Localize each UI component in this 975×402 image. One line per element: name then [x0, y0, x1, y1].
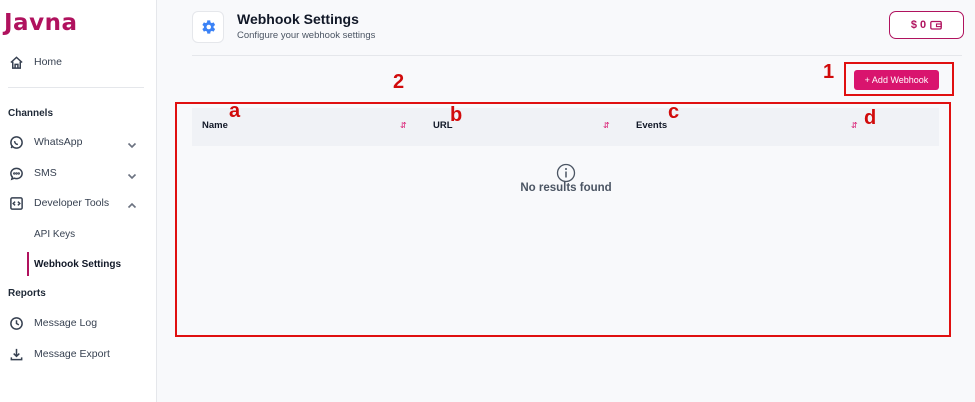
active-indicator — [27, 252, 29, 276]
annotation-c: c — [668, 101, 680, 123]
page-subtitle: Configure your webhook settings — [237, 30, 376, 41]
sidebar-item-label: Message Export — [34, 348, 110, 360]
chevron-up-icon[interactable] — [127, 198, 137, 209]
sidebar-item-label: Message Log — [34, 317, 98, 329]
download-icon — [8, 346, 24, 362]
code-icon — [8, 195, 24, 211]
balance-amount: $ 0 — [910, 19, 927, 31]
wallet-icon — [930, 20, 942, 30]
settings-icon-box — [192, 11, 224, 43]
reports-heading: Reports — [8, 288, 46, 299]
annotation-1: 1 — [823, 61, 835, 83]
sidebar-item-developer-tools[interactable]: Developer Tools — [8, 192, 109, 214]
sidebar-item-message-export[interactable]: Message Export — [8, 343, 110, 365]
sidebar-item-home[interactable]: Home — [8, 51, 62, 73]
whatsapp-icon — [8, 134, 24, 150]
sort-icon[interactable]: ⇵ — [851, 121, 858, 130]
logo: Javna — [4, 10, 78, 36]
channels-heading: Channels — [8, 108, 54, 119]
clock-icon — [8, 315, 24, 331]
sms-icon — [8, 165, 24, 181]
annotation-2: 2 — [393, 71, 405, 93]
sidebar-item-label: WhatsApp — [34, 136, 83, 148]
column-header-events[interactable]: Events — [636, 120, 667, 131]
header-divider — [192, 55, 962, 56]
sidebar-item-sms[interactable]: SMS — [8, 162, 57, 184]
table-header — [192, 108, 939, 146]
sidebar-subitem-webhook-settings[interactable]: Webhook Settings — [34, 259, 121, 270]
sidebar-subitem-api-keys[interactable]: API Keys — [34, 229, 75, 240]
info-icon — [556, 163, 576, 183]
home-icon — [8, 54, 24, 70]
sidebar-item-whatsapp[interactable]: WhatsApp — [8, 131, 82, 153]
sidebar-item-message-log[interactable]: Message Log — [8, 312, 97, 334]
add-webhook-button[interactable]: + Add Webhook — [854, 70, 939, 90]
balance-button[interactable]: $ 0 — [889, 11, 964, 39]
sidebar-item-label: Home — [34, 56, 63, 68]
column-header-name[interactable]: Name — [202, 120, 228, 131]
sidebar: Javna Home Channels WhatsApp SMS Develop… — [0, 0, 157, 402]
sort-icon[interactable]: ⇵ — [400, 121, 407, 130]
gear-icon — [202, 20, 216, 34]
annotation-b: b — [450, 104, 463, 126]
page-title: Webhook Settings — [237, 11, 359, 27]
annotation-d: d — [864, 107, 877, 129]
chevron-down-icon[interactable] — [127, 168, 137, 180]
sidebar-divider — [8, 87, 144, 88]
sort-icon[interactable]: ⇵ — [603, 121, 610, 130]
annotation-a: a — [229, 100, 241, 122]
empty-state-message: No results found — [520, 182, 612, 194]
sidebar-item-label: Developer Tools — [34, 197, 110, 209]
sidebar-item-label: SMS — [34, 167, 57, 179]
chevron-down-icon[interactable] — [127, 137, 137, 149]
